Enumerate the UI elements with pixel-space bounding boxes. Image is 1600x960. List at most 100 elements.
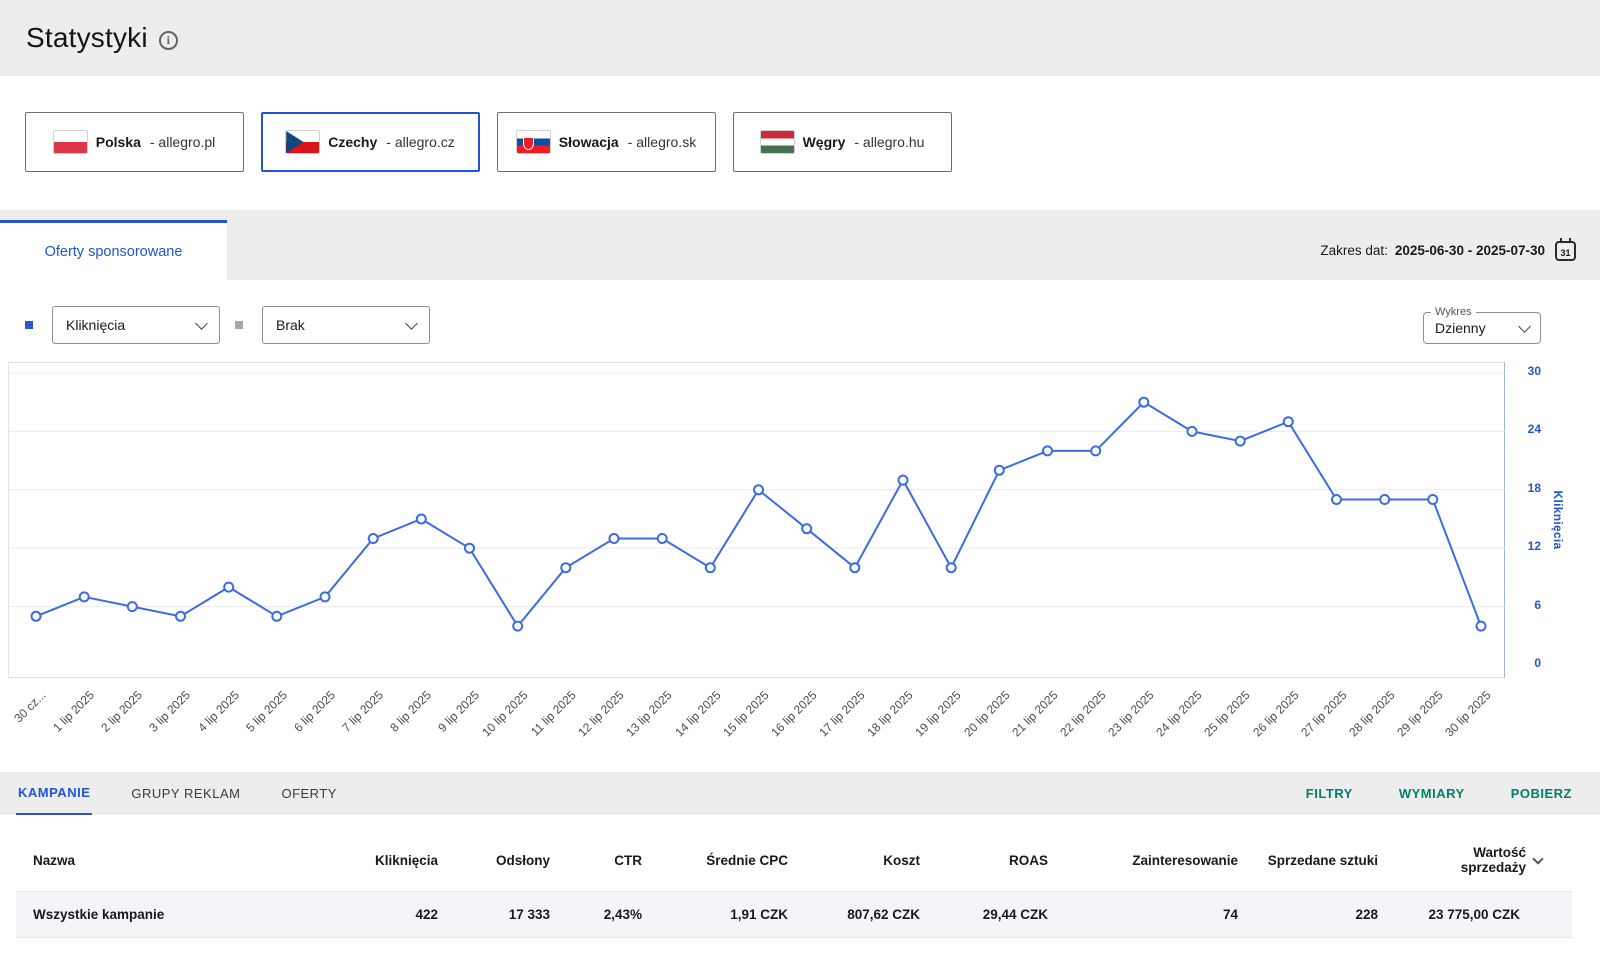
country-name: Polska (96, 134, 141, 150)
wymiary-button[interactable]: WYMIARY (1399, 772, 1465, 815)
chevron-down-icon (1518, 320, 1531, 333)
tab-label: Oferty sponsorowane (45, 244, 183, 260)
chart-controls: Kliknięcia Brak Wykres Dzienny (0, 280, 1600, 362)
col-header-zainteresowanie[interactable]: Zainteresowanie (1060, 839, 1250, 892)
hungary-flag-icon (761, 131, 794, 153)
tab-oferty[interactable]: OFERTY (279, 772, 339, 815)
plot-area (8, 362, 1505, 678)
table-tab-bar: KAMPANIE GRUPY REKLAM OFERTY FILTRY WYMI… (0, 772, 1600, 815)
col-header-koszt[interactable]: Koszt (800, 839, 932, 892)
tab-kampanie[interactable]: KAMPANIE (16, 772, 92, 815)
country-button-slowacja[interactable]: Słowacja - allegro.sk (497, 112, 716, 172)
x-tick-label: 24 lip 2025 (1153, 688, 1204, 739)
x-tick-label: 9 lip 2025 (436, 688, 483, 735)
cell-nazwa: Wszystkie kampanie (16, 892, 346, 938)
x-tick-label: 30 cz... (12, 688, 49, 725)
x-tick-label: 1 lip 2025 (50, 688, 97, 735)
col-header-srednie-cpc[interactable]: Średnie CPC (654, 839, 800, 892)
x-tick-label: 11 lip 2025 (528, 688, 579, 739)
table-tabs-left: KAMPANIE GRUPY REKLAM OFERTY (16, 772, 376, 815)
clicks-line-chart (9, 363, 1506, 679)
table-header-row: Nazwa Kliknięcia Odsłony CTR Średnie CPC… (16, 839, 1572, 892)
date-range-picker[interactable]: Zakres dat: 2025-06-30 - 2025-07-30 31 (1320, 241, 1576, 261)
campaigns-table: Nazwa Kliknięcia Odsłony CTR Średnie CPC… (16, 839, 1572, 938)
table-row[interactable]: Wszystkie kampanie 422 17 333 2,43% 1,91… (16, 892, 1572, 938)
cell-ctr: 2,43% (562, 892, 654, 938)
x-tick-label: 21 lip 2025 (1009, 688, 1060, 739)
chevron-down-icon (405, 317, 418, 330)
col-header-label: Wartość sprzedaży (1446, 845, 1526, 875)
chart-section: Kliknięcia Brak Wykres Dzienny 061218243… (0, 280, 1600, 772)
country-domain: - allegro.hu (854, 134, 924, 150)
cell-zainteresowanie: 74 (1060, 892, 1250, 938)
country-domain: - allegro.sk (628, 134, 696, 150)
x-tick-label: 15 lip 2025 (720, 688, 771, 739)
x-tick-label: 18 lip 2025 (864, 688, 915, 739)
x-tick-label: 29 lip 2025 (1394, 688, 1445, 739)
country-name: Słowacja (559, 134, 619, 150)
metric1-select[interactable]: Kliknięcia (52, 306, 220, 344)
x-tick-label: 27 lip 2025 (1298, 688, 1349, 739)
statistics-page: Statystyki i Polska - allegro.pl Czechy … (0, 0, 1600, 960)
x-tick-label: 25 lip 2025 (1202, 688, 1253, 739)
x-tick-label: 2 lip 2025 (99, 688, 146, 735)
country-button-czechy[interactable]: Czechy - allegro.cz (261, 112, 480, 172)
x-tick-label: 7 lip 2025 (339, 688, 386, 735)
col-header-wartosc-sprzedazy[interactable]: Wartość sprzedaży (1390, 839, 1572, 892)
col-header-sprzedane-sztuki[interactable]: Sprzedane sztuki (1250, 839, 1390, 892)
x-tick-label: 8 lip 2025 (388, 688, 435, 735)
section-tab-strip: Oferty sponsorowane Zakres dat: 2025-06-… (0, 210, 1600, 280)
x-tick-label: 12 lip 2025 (575, 688, 626, 739)
chart-type-label: Wykres (1431, 306, 1476, 318)
x-tick-label: 10 lip 2025 (479, 688, 530, 739)
date-range-value: 2025-06-30 - 2025-07-30 (1395, 243, 1545, 258)
country-name: Czechy (328, 134, 377, 150)
x-tick-label: 26 lip 2025 (1250, 688, 1301, 739)
col-header-ctr[interactable]: CTR (562, 839, 654, 892)
x-tick-label: 19 lip 2025 (913, 688, 964, 739)
col-header-nazwa[interactable]: Nazwa (16, 839, 346, 892)
country-button-polska[interactable]: Polska - allegro.pl (25, 112, 244, 172)
y-tick-label: 12 (1528, 539, 1541, 553)
czechia-flag-icon (286, 131, 319, 153)
chart-type-select[interactable]: Wykres Dzienny (1423, 306, 1541, 344)
metric1-value: Kliknięcia (66, 317, 125, 333)
tab-oferty-sponsorowane[interactable]: Oferty sponsorowane (0, 220, 227, 280)
x-tick-label: 14 lip 2025 (672, 688, 723, 739)
cell-srednie-cpc: 1,91 CZK (654, 892, 800, 938)
sort-chevron-icon (1532, 853, 1543, 864)
x-tick-label: 5 lip 2025 (243, 688, 290, 735)
metric1-color-swatch (25, 321, 33, 329)
x-tick-label: 13 lip 2025 (624, 688, 675, 739)
slovakia-flag-icon (517, 131, 550, 153)
calendar-icon[interactable]: 31 (1555, 241, 1576, 261)
y-tick-label: 6 (1534, 598, 1541, 612)
tab-grupy-reklam[interactable]: GRUPY REKLAM (129, 772, 242, 815)
metric2-select[interactable]: Brak (262, 306, 430, 344)
pobierz-button[interactable]: POBIERZ (1511, 772, 1572, 815)
chevron-down-icon (195, 317, 208, 330)
info-icon[interactable]: i (159, 31, 178, 50)
x-tick-label: 30 lip 2025 (1442, 688, 1493, 739)
cell-klikniecia: 422 (346, 892, 450, 938)
y-axis-ticks: 0612182430 (1513, 362, 1547, 678)
cell-koszt: 807,62 CZK (800, 892, 932, 938)
chart-area: 0612182430 Kliknięcia 30 cz...1 lip 2025… (8, 362, 1505, 766)
table-actions: FILTRY WYMIARY POBIERZ (1260, 772, 1572, 815)
x-tick-label: 17 lip 2025 (816, 688, 867, 739)
country-button-wegry[interactable]: Węgry - allegro.hu (733, 112, 952, 172)
page-title: Statystyki (26, 22, 148, 54)
filtry-button[interactable]: FILTRY (1306, 772, 1353, 815)
x-tick-label: 6 lip 2025 (291, 688, 338, 735)
col-header-klikniecia[interactable]: Kliknięcia (346, 839, 450, 892)
metric2-color-swatch (235, 321, 243, 329)
col-header-odslony[interactable]: Odsłony (450, 839, 562, 892)
metric2-value: Brak (276, 317, 305, 333)
y-tick-label: 0 (1534, 656, 1541, 670)
x-tick-label: 28 lip 2025 (1346, 688, 1397, 739)
y-tick-label: 24 (1528, 422, 1541, 436)
x-tick-label: 16 lip 2025 (768, 688, 819, 739)
country-domain: - allegro.cz (386, 134, 454, 150)
date-range-label: Zakres dat: (1320, 243, 1388, 258)
col-header-roas[interactable]: ROAS (932, 839, 1060, 892)
